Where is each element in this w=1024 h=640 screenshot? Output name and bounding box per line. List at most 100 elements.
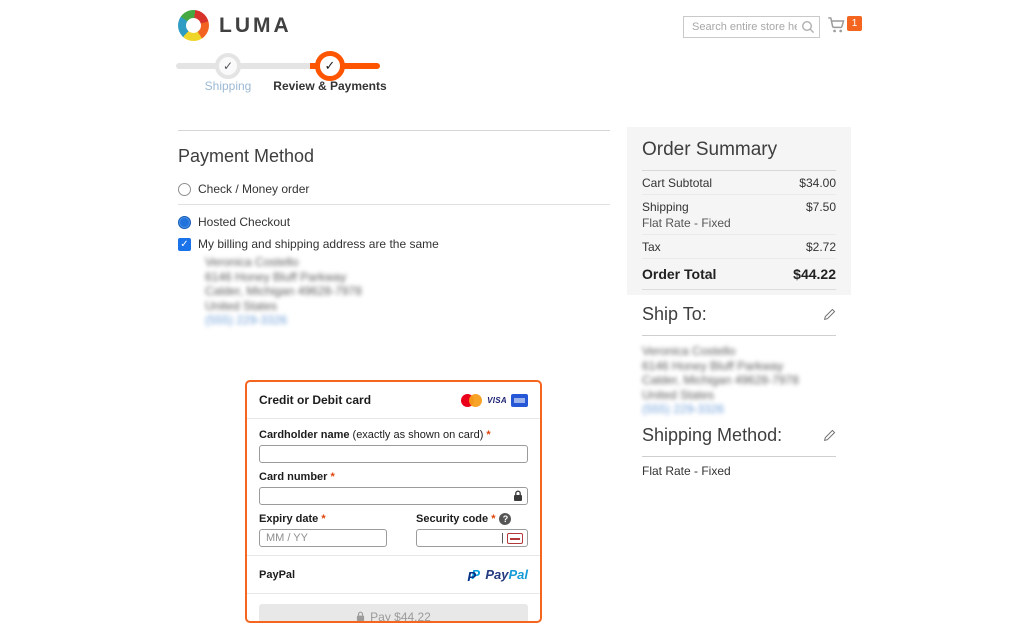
cardholder-label-bold: Cardholder name	[259, 429, 349, 441]
address-line: Calder, Michigan 49628-7978	[642, 373, 799, 388]
expiry-date-input[interactable]	[259, 529, 387, 547]
card-fields: Cardholder name (exactly as shown on car…	[247, 419, 540, 555]
luma-logo[interactable]: LUMA	[178, 10, 292, 41]
search-icon[interactable]	[801, 20, 815, 34]
row-value: $7.50	[806, 200, 836, 230]
pencil-icon	[823, 429, 836, 442]
required-asterisk: *	[486, 429, 490, 441]
order-summary-title: Order Summary	[642, 139, 836, 171]
row-value: $34.00	[799, 176, 836, 190]
card-number-label: Card number *	[259, 471, 528, 483]
paypal-logo: P P PayPal	[467, 567, 528, 583]
card-number-input[interactable]	[259, 487, 528, 505]
cvv-card-icon	[507, 533, 523, 544]
luma-logo-icon	[178, 10, 209, 41]
amex-icon	[511, 394, 528, 407]
order-total-row: Order Total $44.22	[642, 259, 836, 290]
summary-row-tax: Tax $2.72	[642, 235, 836, 259]
hosted-payment-card-form: Credit or Debit card VISA Cardholder nam…	[245, 380, 542, 623]
billing-same-label: My billing and shipping address are the …	[198, 237, 439, 251]
step-label-shipping[interactable]: Shipping	[188, 79, 268, 93]
required-asterisk: *	[491, 513, 495, 525]
pay-button-label: Pay $44.22	[370, 610, 431, 624]
shipping-method-sub: Flat Rate - Fixed	[642, 216, 731, 230]
paypal-option-row[interactable]: PayPal P P PayPal	[247, 555, 540, 594]
address-line: United States	[205, 299, 362, 314]
order-summary-panel: Order Summary Cart Subtotal $34.00 Shipp…	[627, 127, 851, 295]
order-total-value: $44.22	[793, 266, 836, 282]
security-code-label: Security code * ?	[416, 513, 528, 525]
top-divider	[178, 130, 610, 131]
shipping-method-value: Flat Rate - Fixed	[642, 464, 731, 478]
lock-icon	[356, 611, 365, 622]
step-review-check-icon: ✓	[315, 51, 345, 81]
address-line: United States	[642, 388, 799, 403]
cardholder-label: Cardholder name (exactly as shown on car…	[259, 429, 528, 441]
paypal-wordmark: PayPal	[485, 567, 528, 582]
edit-shipping-method-button[interactable]	[823, 429, 836, 442]
order-total-label: Order Total	[642, 266, 716, 282]
edit-address-button[interactable]	[823, 308, 836, 321]
step-shipping-check-icon[interactable]: ✓	[215, 53, 241, 79]
mastercard-icon	[461, 394, 483, 407]
expiry-label: Expiry date *	[259, 513, 387, 525]
payment-option-hosted-checkout[interactable]: Hosted Checkout	[178, 215, 290, 229]
items-in-cart-toggle[interactable]: 1 Item in Cart	[642, 290, 836, 295]
payment-option-check-money[interactable]: Check / Money order	[178, 182, 309, 196]
payment-method-title: Payment Method	[178, 146, 314, 167]
paypal-mark-icon: P P	[467, 567, 482, 583]
radio-unchecked-icon[interactable]	[178, 183, 191, 196]
card-form-title: Credit or Debit card	[259, 393, 371, 407]
expiry-label-bold: Expiry date	[259, 513, 318, 525]
phone-link[interactable]: (555) 229-3326	[642, 402, 799, 417]
radio-checked-icon[interactable]	[178, 216, 191, 229]
checkbox-checked-icon[interactable]: ✓	[178, 238, 191, 251]
lock-icon	[513, 490, 523, 502]
pay-button[interactable]: Pay $44.22	[259, 604, 528, 623]
shipping-label: Shipping	[642, 200, 689, 214]
pay-button-area: Pay $44.22	[247, 594, 540, 623]
card-brand-icons: VISA	[461, 394, 528, 407]
phone-link[interactable]: (555) 229-3326	[205, 313, 362, 328]
address-line: Veronica Costello	[642, 344, 799, 359]
billing-same-checkbox-row[interactable]: ✓ My billing and shipping address are th…	[178, 237, 439, 251]
summary-row-subtotal: Cart Subtotal $34.00	[642, 171, 836, 195]
security-label-bold: Security code	[416, 513, 488, 525]
text-cursor: |	[501, 532, 504, 544]
logo-text: LUMA	[219, 14, 292, 38]
ship-to-address-block: Veronica Costello 6146 Honey Bluff Parkw…	[642, 344, 799, 417]
paypal-mark-front: P	[467, 569, 476, 584]
required-asterisk: *	[321, 513, 325, 525]
row-label: Cart Subtotal	[642, 176, 712, 190]
checkout-page: LUMA 1 ✓ ✓ Shipping Review & Payments Pa…	[0, 0, 1024, 640]
summary-row-shipping: Shipping Flat Rate - Fixed $7.50	[642, 195, 836, 235]
ship-to-header: Ship To:	[642, 304, 836, 336]
cart-count-badge[interactable]: 1	[847, 16, 862, 31]
paypal-word-pal: Pal	[508, 567, 528, 582]
search-input[interactable]	[683, 16, 820, 38]
payment-option-label: Hosted Checkout	[198, 215, 290, 229]
step-label-review-payments: Review & Payments	[265, 79, 395, 93]
card-form-header: Credit or Debit card VISA	[247, 382, 540, 419]
address-line: Calder, Michigan 49628-7978	[205, 284, 362, 299]
ship-to-title: Ship To:	[642, 304, 707, 325]
pencil-icon	[823, 308, 836, 321]
cardholder-label-note: (exactly as shown on card)	[349, 429, 486, 441]
address-line: Veronica Costello	[205, 255, 362, 270]
progress-track-complete	[176, 63, 312, 69]
cart-icon	[826, 14, 847, 35]
shipping-method-header: Shipping Method:	[642, 425, 836, 457]
payment-option-label: Check / Money order	[198, 182, 309, 196]
address-line: 6146 Honey Bluff Parkway	[205, 270, 362, 285]
minicart-button[interactable]: 1	[826, 14, 862, 40]
address-line: 6146 Honey Bluff Parkway	[642, 359, 799, 374]
help-icon[interactable]: ?	[499, 513, 511, 525]
visa-icon: VISA	[487, 396, 507, 405]
method-divider	[178, 204, 610, 205]
shipping-method-title: Shipping Method:	[642, 425, 782, 446]
paypal-word-pay: Pay	[485, 567, 508, 582]
search-box	[683, 16, 820, 38]
row-label: Tax	[642, 240, 661, 254]
cardholder-name-input[interactable]	[259, 445, 528, 463]
row-value: $2.72	[806, 240, 836, 254]
